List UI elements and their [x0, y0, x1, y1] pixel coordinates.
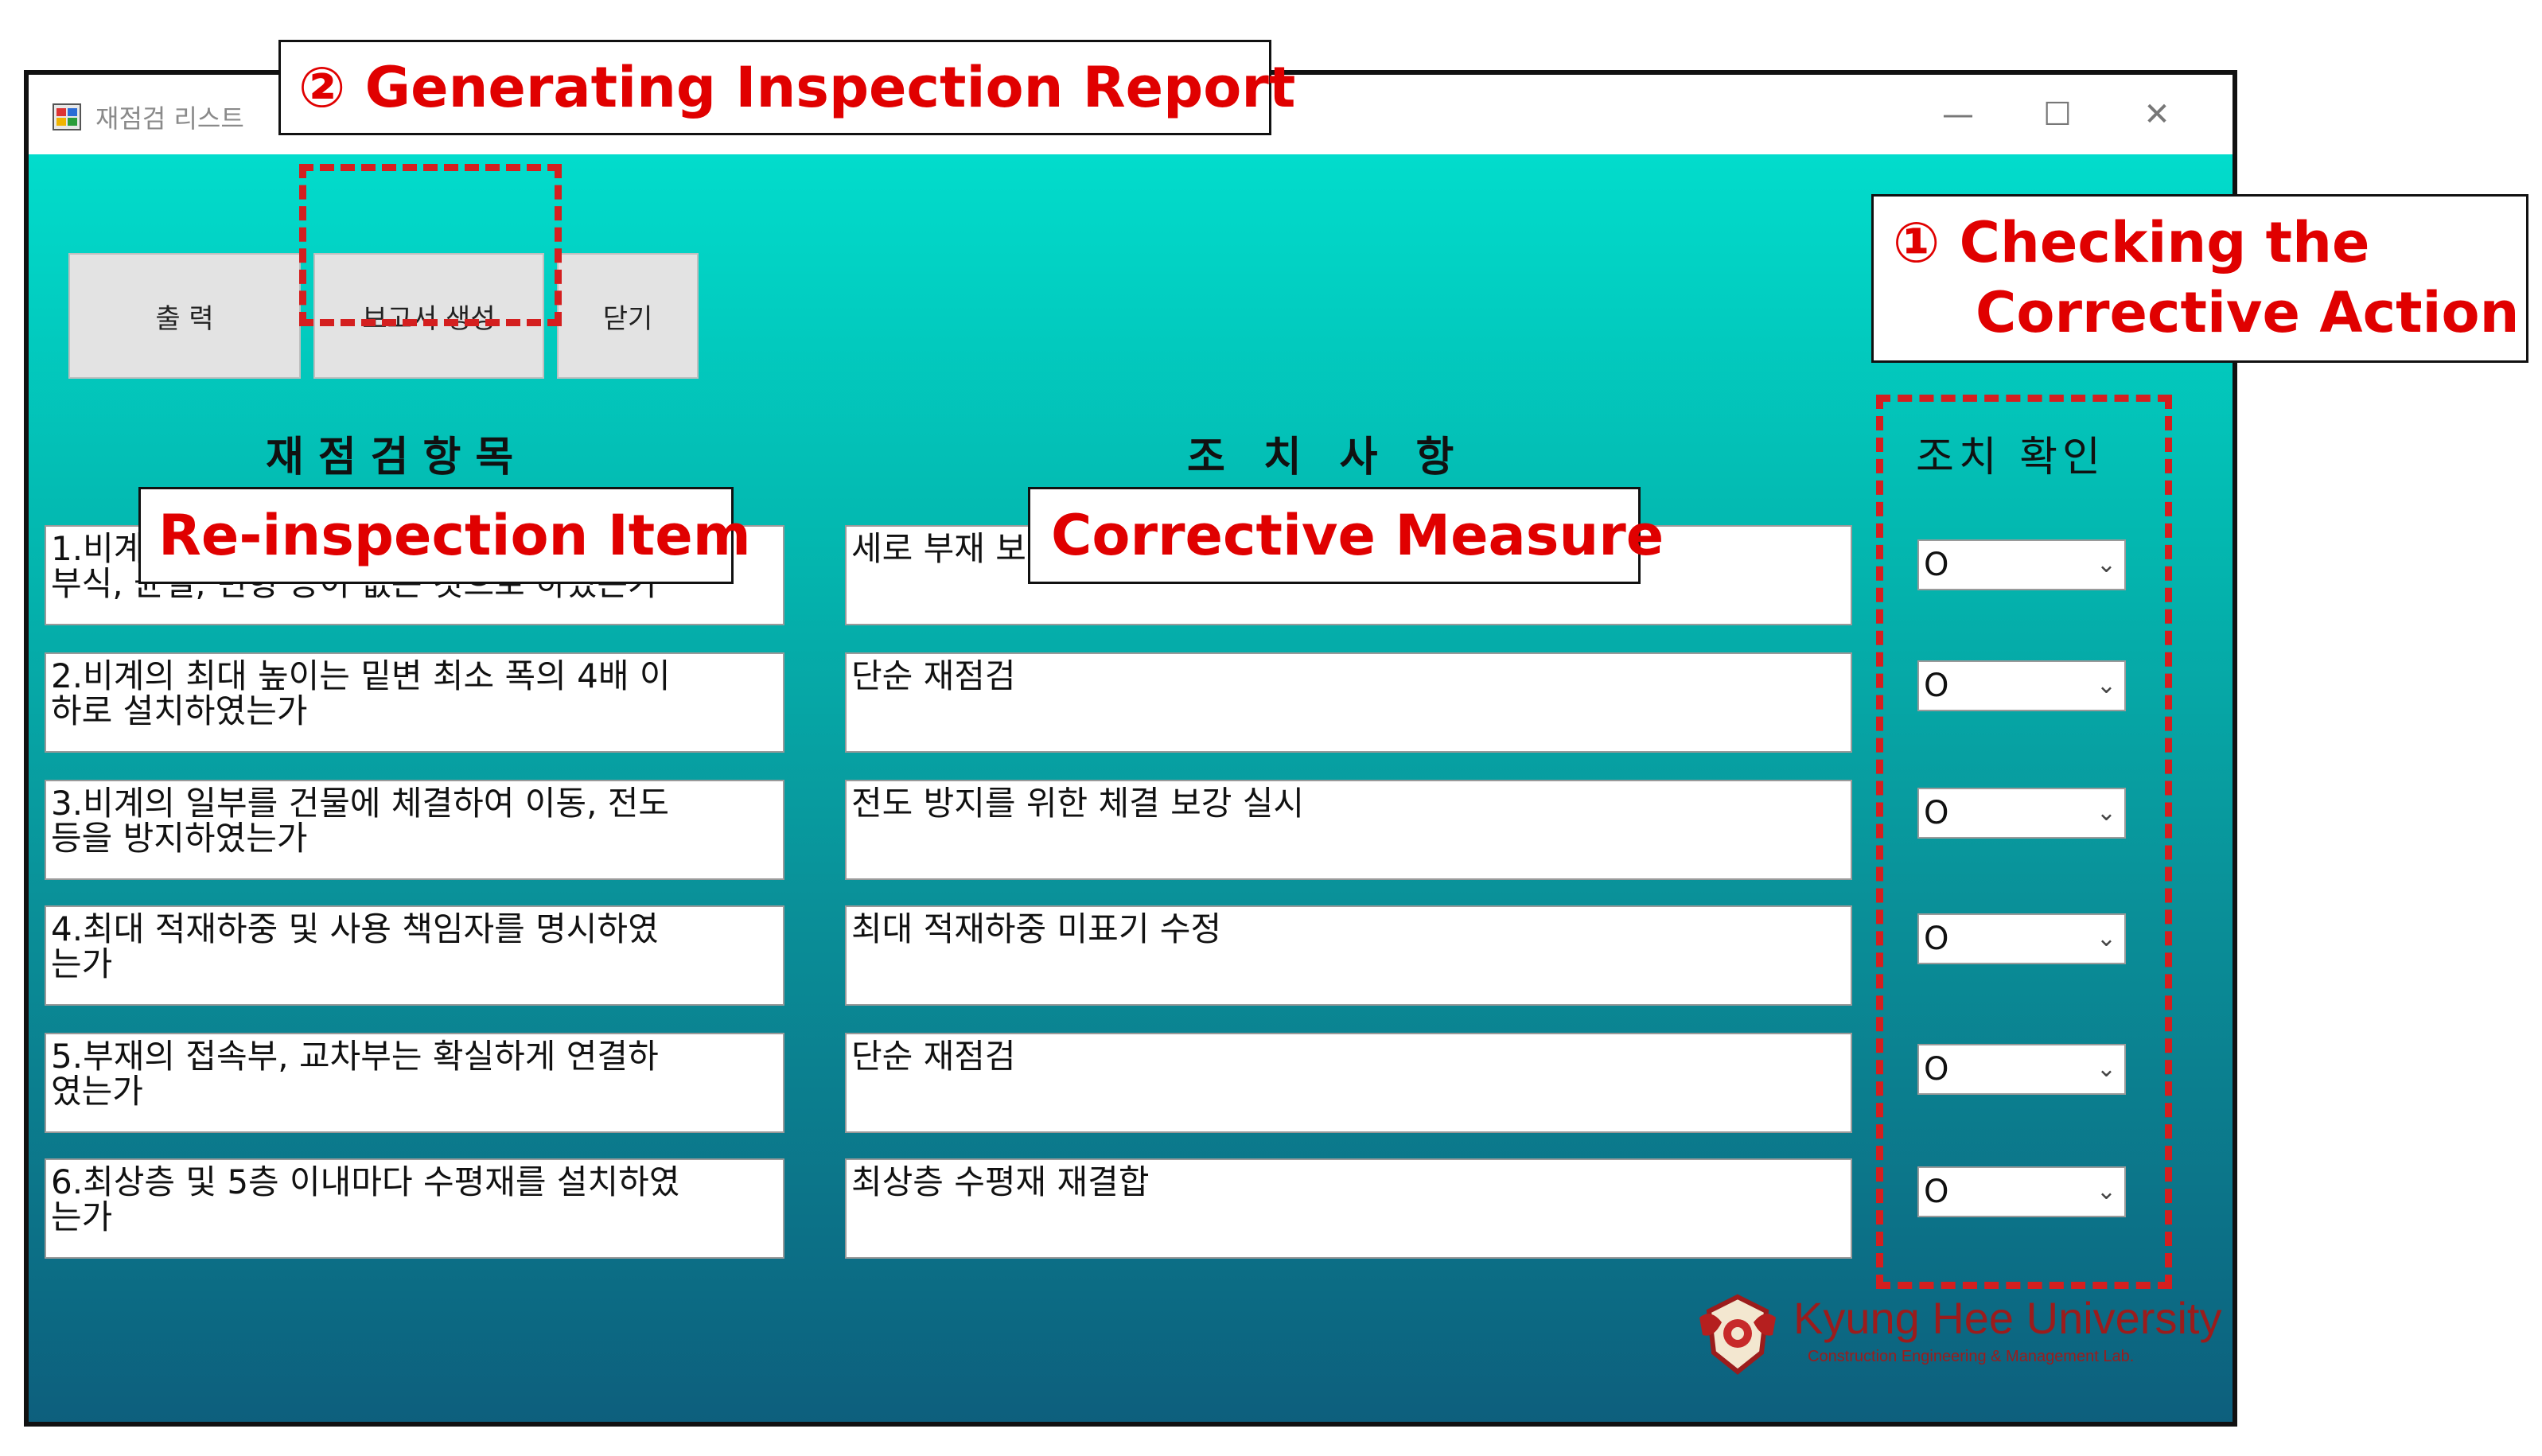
corrective-callout: Corrective Measure — [1028, 487, 1664, 584]
university-emblem-icon — [1699, 1294, 1776, 1375]
item-field-3[interactable]: 3.비계의 일부를 건물에 체결하여 이동, 전도 등을 방지하였는가 — [45, 780, 784, 880]
item-text-line2: 는가 — [51, 944, 113, 983]
item-field-6[interactable]: 6.최상층 및 5층 이내마다 수평재를 설치하였 는가 — [45, 1158, 784, 1259]
item-text-line2: 였는가 — [51, 1072, 143, 1111]
item-text-line1: 3.비계의 일부를 건물에 체결하여 이동, 전도 — [51, 784, 670, 823]
header-corrective-measures: 조치사항 — [1187, 434, 1493, 481]
minimize-button[interactable]: — — [1930, 92, 1986, 137]
measure-field-3[interactable]: 전도 방지를 위한 체결 보강 실시 — [845, 780, 1852, 880]
item-text-line1: 2.비계의 최대 높이는 밑변 최소 폭의 4배 이 — [51, 656, 671, 695]
report-callout: ② Generating Inspection Report — [278, 40, 1295, 135]
logo-subtitle: Construction Engineering & Management La… — [1808, 1348, 2135, 1365]
university-logo: Kyung Hee University Construction Engine… — [1690, 1291, 2221, 1378]
item-text-line1: 4.최대 적재하중 및 사용 책임자를 명시하였 — [51, 909, 659, 948]
measure-field-6[interactable]: 최상층 수평재 재결합 — [845, 1158, 1852, 1259]
item-field-4[interactable]: 4.최대 적재하중 및 사용 책임자를 명시하였 는가 — [45, 905, 784, 1006]
checking-callout-line2: Corrective Action — [1976, 280, 2520, 345]
measure-field-4[interactable]: 최대 적재하중 미표기 수정 — [845, 905, 1852, 1006]
item-field-2[interactable]: 2.비계의 최대 높이는 밑변 최소 폭의 4배 이 하로 설치하였는가 — [45, 652, 784, 753]
window-title: 재점검 리스트 — [95, 103, 244, 134]
checking-callout: ① Checking the Corrective Action — [1871, 194, 2528, 363]
close-button[interactable]: 닫기 — [557, 253, 699, 379]
item-text-line1: 5.부재의 접속부, 교차부는 확실하게 연결하 — [51, 1037, 659, 1076]
report-highlight-box — [299, 164, 562, 326]
item-text-line1: 6.최상층 및 5층 이내마다 수평재를 설치하였 — [51, 1162, 680, 1201]
measure-field-5[interactable]: 단순 재점검 — [845, 1033, 1852, 1133]
header-reinspection-items: 재점검항목 — [266, 434, 528, 481]
item-text-line2: 등을 방지하였는가 — [51, 819, 308, 858]
item-field-5[interactable]: 5.부재의 접속부, 교차부는 확실하게 연결하 였는가 — [45, 1033, 784, 1133]
print-button[interactable]: 출 력 — [68, 253, 301, 379]
maximize-button[interactable]: ☐ — [2030, 92, 2085, 137]
confirm-highlight-box — [1876, 395, 2172, 1289]
logo-text: Kyung Hee University — [1793, 1293, 2222, 1343]
measure-field-2[interactable]: 단순 재점검 — [845, 652, 1852, 753]
checking-callout-line1: ① Checking the — [1893, 210, 2370, 275]
item-text-line2: 하로 설치하였는가 — [51, 691, 308, 730]
item-text-line2: 는가 — [51, 1197, 113, 1236]
close-window-button[interactable]: ✕ — [2129, 92, 2185, 137]
app-icon — [53, 103, 81, 130]
reinspection-callout: Re-inspection Item — [138, 487, 751, 584]
